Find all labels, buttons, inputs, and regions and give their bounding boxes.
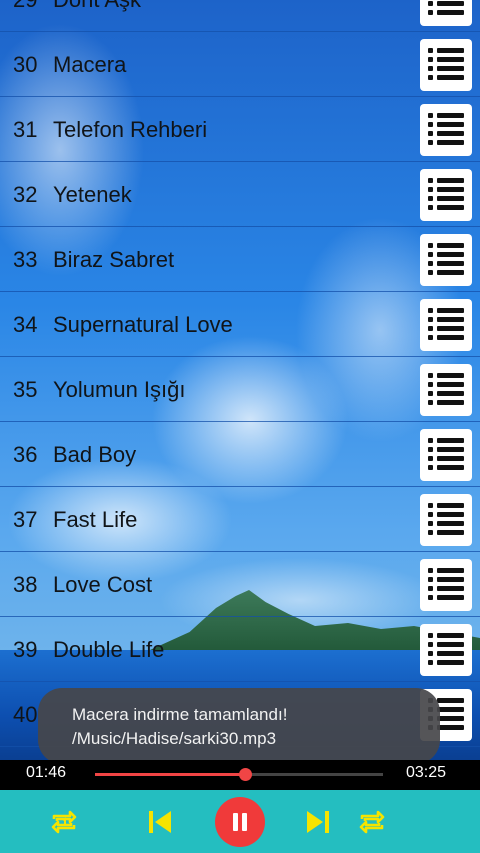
song-menu-button[interactable] — [420, 39, 472, 91]
song-title: Yolumun Işığı — [53, 377, 186, 402]
song-menu-button[interactable] — [420, 429, 472, 481]
song-number: 38 — [13, 572, 38, 597]
song-menu-button[interactable] — [420, 364, 472, 416]
skip-previous-icon — [149, 810, 171, 833]
song-row[interactable]: 34 Supernatural Love — [0, 292, 480, 357]
song-number: 32 — [13, 182, 38, 207]
song-number: 33 — [13, 247, 38, 272]
total-time: 03:25 — [406, 764, 447, 781]
song-title: Love Cost — [53, 572, 153, 597]
song-list: 29 Dönt Aşk 30 Macera 31 Telefon Rehberi… — [0, 0, 480, 747]
song-row[interactable]: 30 Macera — [0, 32, 480, 97]
seek-bar[interactable] — [95, 768, 383, 781]
song-row[interactable]: 38 Love Cost — [0, 552, 480, 617]
song-title: Double Life — [53, 637, 165, 662]
seek-thumb[interactable] — [238, 768, 252, 781]
toast-message: Macera indirme tamamlandı! /Music/Hadise… — [72, 705, 288, 748]
next-button[interactable] — [298, 790, 338, 853]
song-number: 30 — [13, 52, 38, 77]
song-menu-button[interactable] — [420, 299, 472, 351]
music-player: 01:46 03:25 — [0, 760, 480, 853]
player-controls — [0, 790, 480, 853]
repeat-one-icon — [51, 810, 77, 833]
song-title: Dönt Aşk — [53, 0, 141, 13]
song-number: 29 — [13, 0, 37, 13]
song-number: 36 — [13, 442, 38, 467]
song-title: Biraz Sabret — [53, 247, 175, 272]
song-title: Bad Boy — [53, 442, 137, 467]
seek-progress — [95, 773, 245, 776]
song-title: Telefon Rehberi — [53, 117, 208, 142]
song-row[interactable]: 35 Yolumun Işığı — [0, 357, 480, 422]
song-number: 35 — [13, 377, 38, 402]
song-row[interactable]: 37 Fast Life — [0, 487, 480, 552]
song-row[interactable]: 32 Yetenek — [0, 162, 480, 227]
song-row[interactable]: 31 Telefon Rehberi — [0, 97, 480, 162]
song-row[interactable]: 36 Bad Boy — [0, 422, 480, 487]
song-menu-button[interactable] — [420, 624, 472, 676]
song-title: Supernatural Love — [53, 312, 233, 337]
song-menu-button[interactable] — [420, 169, 472, 221]
repeat-icon — [359, 810, 385, 833]
song-title: Macera — [53, 52, 127, 77]
song-row[interactable]: 33 Biraz Sabret — [0, 227, 480, 292]
song-title: Fast Life — [53, 507, 138, 532]
skip-next-icon — [307, 810, 329, 833]
elapsed-time: 01:46 — [26, 764, 67, 781]
song-number: 40 — [13, 702, 38, 727]
song-menu-button[interactable] — [420, 494, 472, 546]
song-row[interactable]: 39 Double Life — [0, 617, 480, 682]
pause-button[interactable] — [215, 797, 265, 847]
song-number: 31 — [13, 117, 38, 142]
seek-area: 01:46 03:25 — [0, 760, 480, 790]
song-row[interactable]: 29 Dönt Aşk — [0, 0, 480, 32]
song-menu-button[interactable] — [420, 234, 472, 286]
song-number: 37 — [13, 507, 38, 532]
song-title: Yetenek — [53, 182, 132, 207]
song-number: 34 — [13, 312, 38, 337]
download-toast: Macera indirme tamamlandı! /Music/Hadise… — [38, 688, 440, 764]
song-menu-button[interactable] — [420, 104, 472, 156]
previous-button[interactable] — [140, 790, 180, 853]
repeat-button[interactable] — [352, 790, 392, 853]
song-menu-button[interactable] — [420, 559, 472, 611]
song-number: 39 — [13, 637, 38, 662]
repeat-one-button[interactable] — [44, 790, 84, 853]
song-menu-button[interactable] — [420, 0, 472, 26]
